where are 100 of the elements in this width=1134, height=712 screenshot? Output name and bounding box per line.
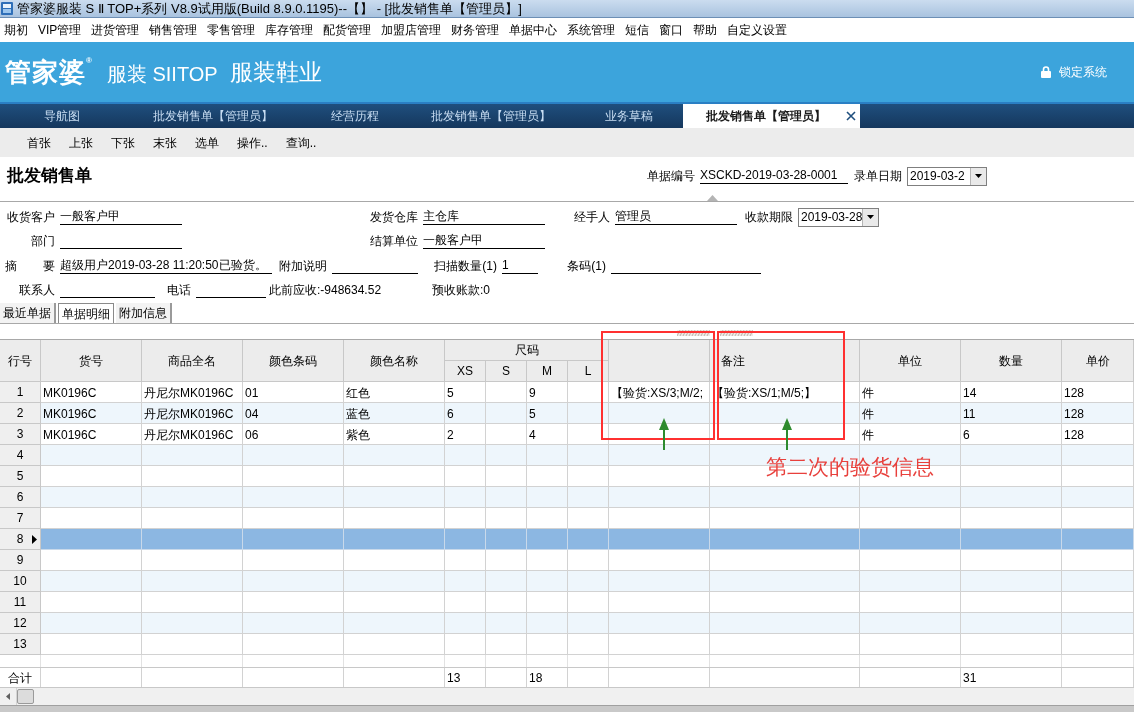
text-field[interactable]: 1 [502,257,538,274]
table-cell-text: 04 [244,405,260,423]
table-cell-text: 9 [528,384,537,402]
toolbar-button[interactable]: 首张 [18,131,60,154]
table-cell-text: 红色 [345,384,371,402]
tab[interactable]: 导航图 [0,104,123,128]
dropdown-button[interactable] [970,167,986,185]
row-number[interactable]: 3 [0,424,41,445]
row-number[interactable]: 13 [0,634,41,655]
row-number[interactable]: 4 [0,445,41,466]
grip-icon[interactable] [677,330,710,336]
menu-item[interactable]: 加盟店管理 [381,22,442,38]
table-cell-text: 4 [528,426,537,444]
column-header[interactable]: S [502,362,510,380]
document-title: 批发销售单 [7,165,92,188]
menu-item[interactable]: 配货管理 [323,22,372,38]
text-field[interactable]: 一般客户甲 [423,233,545,249]
field-label: 收货客户 [6,209,55,226]
row-number[interactable]: 5 [0,466,41,487]
column-header[interactable]: L [584,362,592,380]
scrollbar-thumb[interactable] [17,689,34,704]
field-label: 收款期限 [744,209,793,226]
column-header[interactable]: 颜色条码 [269,351,317,370]
text-field[interactable]: 一般客户甲 [60,209,182,225]
table-cell-text: 6 [962,426,971,444]
table-cell-text: 11 [962,405,977,423]
info-text: 预收账款:0 [432,282,491,299]
grip-icon[interactable] [720,330,753,336]
column-header[interactable]: 颜色名称 [370,351,418,370]
table-cell-text: 5 [528,405,537,423]
row-number[interactable]: 12 [0,613,41,634]
menu-item[interactable]: 库存管理 [265,22,314,38]
column-header[interactable]: 单位 [898,351,922,370]
tab-label: 业务草稿 [605,108,653,125]
menu-item[interactable]: 单据中心 [509,22,558,38]
detail-tab[interactable]: 附加信息 [116,303,172,323]
menu-item[interactable]: VIP管理 [38,22,82,38]
toolbar-button[interactable]: 操作.. [228,131,277,154]
field-label: 经手人 [573,209,610,226]
row-number[interactable]: 8 [0,529,41,550]
table-row[interactable]: 8 [0,529,1134,550]
menu-item[interactable]: 系统管理 [567,22,616,38]
detail-tab[interactable]: 最近单据 [0,303,56,323]
toolbar-button[interactable]: 选单 [186,131,228,154]
toolbar-button[interactable]: 末张 [144,131,186,154]
text-field[interactable]: 管理员 [615,209,737,225]
column-header[interactable]: 备注 [721,351,745,370]
tab[interactable]: 批发销售单【管理员】 [683,104,860,128]
menu-item[interactable]: 零售管理 [207,22,256,38]
menu-item[interactable]: 短信 [625,22,650,38]
row-number[interactable]: 10 [0,571,41,592]
table-cell-text: MK0196C [42,426,98,444]
column-header[interactable]: 单价 [1085,351,1110,370]
row-number[interactable]: 2 [0,403,41,424]
menu-item[interactable]: 期初 [4,22,28,38]
table-cell-text: 5 [446,384,455,402]
menu-item[interactable]: 自定义设置 [727,22,788,38]
caret-left-icon [6,693,10,700]
row-number[interactable]: 11 [0,592,41,613]
text-field[interactable]: XSCKD-2019-03-28-0001 [700,168,848,184]
dropdown-button[interactable] [862,208,878,226]
date-dropdown[interactable]: 2019-03-2 [907,166,987,186]
column-header[interactable]: XS [457,362,473,380]
column-header[interactable]: M [542,362,552,380]
field-label: 部门 [30,233,55,250]
toolbar-button[interactable]: 查询.. [276,131,326,154]
table-cell-text: 紫色 [345,426,371,444]
tab[interactable]: 经营历程 [303,104,407,128]
table-cell-text: MK0196C [42,384,98,402]
date-dropdown[interactable]: 2019-03-28 [798,207,879,227]
column-header[interactable]: 数量 [999,351,1023,370]
toolbar-button[interactable]: 下张 [102,131,144,154]
tab[interactable]: 业务草稿 [575,104,683,128]
column-header[interactable]: 货号 [79,351,103,370]
row-number[interactable]: 6 [0,487,41,508]
menu-item[interactable]: 财务管理 [451,22,500,38]
field-label: 录单日期 [853,168,902,185]
tab-label: 经营历程 [331,108,379,125]
table-cell-text: 件 [861,384,875,402]
text-field[interactable]: 超级用户2019-03-28 11:20:50已验货。 [60,257,272,274]
table-cell-text: 丹尼尔MK0196C [143,405,235,423]
menu-item[interactable]: 帮助 [693,22,718,38]
column-header[interactable]: 商品全名 [168,351,216,370]
horizontal-scrollbar[interactable] [0,688,1134,705]
menu-item[interactable]: 进货管理 [91,22,140,38]
tab[interactable]: 批发销售单【管理员】 [407,104,575,128]
menu-item[interactable]: 窗口 [659,22,684,38]
tab[interactable]: 批发销售单【管理员】 [123,104,303,128]
column-header[interactable]: 行号 [8,351,32,370]
row-number[interactable]: 1 [0,382,41,403]
annotation-arrow [782,418,792,450]
row-number[interactable]: 7 [0,508,41,529]
toolbar-button[interactable]: 上张 [60,131,102,154]
text-field[interactable]: 主仓库 [423,209,545,225]
row-number[interactable]: 9 [0,550,41,571]
caret-down-icon [975,174,982,178]
table-cell-text: 6 [446,405,455,423]
detail-tab[interactable]: 单据明细 [58,303,114,323]
close-icon[interactable] [846,111,856,121]
menu-item[interactable]: 销售管理 [149,22,198,38]
